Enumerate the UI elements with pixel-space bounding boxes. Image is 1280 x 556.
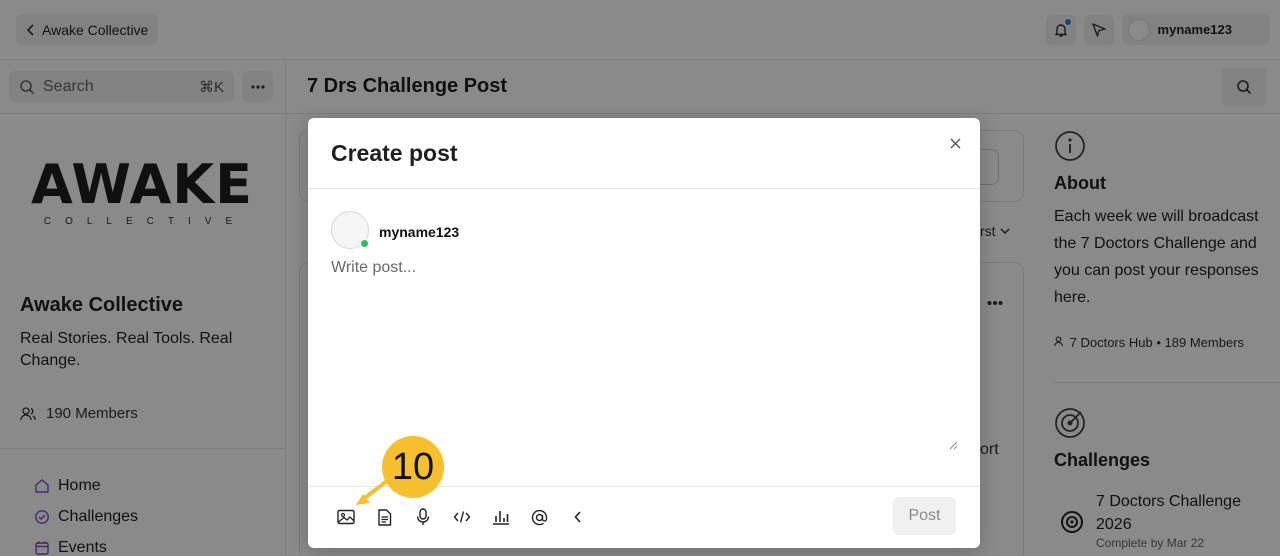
post-button[interactable]: Post	[893, 497, 956, 535]
record-audio-button[interactable]	[412, 506, 434, 528]
online-status-dot	[360, 239, 369, 248]
mention-icon	[531, 509, 548, 525]
collapse-toolbar-button[interactable]	[567, 506, 589, 528]
add-poll-button[interactable]	[490, 506, 512, 528]
close-button[interactable]	[946, 134, 964, 152]
modal-title: Create post	[331, 140, 458, 166]
collapse-icon	[574, 511, 581, 523]
mention-button[interactable]	[528, 506, 550, 528]
document-icon	[378, 508, 392, 526]
chart-icon	[492, 511, 509, 525]
avatar	[331, 211, 369, 249]
author-name: myname123	[379, 224, 460, 240]
insert-code-button[interactable]	[451, 506, 473, 528]
microphone-icon	[417, 508, 430, 525]
image-icon	[337, 509, 355, 525]
code-icon	[453, 511, 471, 523]
close-icon	[950, 138, 960, 148]
divider	[308, 188, 980, 189]
step-number-badge: 10	[382, 436, 444, 498]
post-text-input[interactable]	[331, 259, 957, 451]
resize-handle-icon[interactable]	[948, 440, 958, 450]
